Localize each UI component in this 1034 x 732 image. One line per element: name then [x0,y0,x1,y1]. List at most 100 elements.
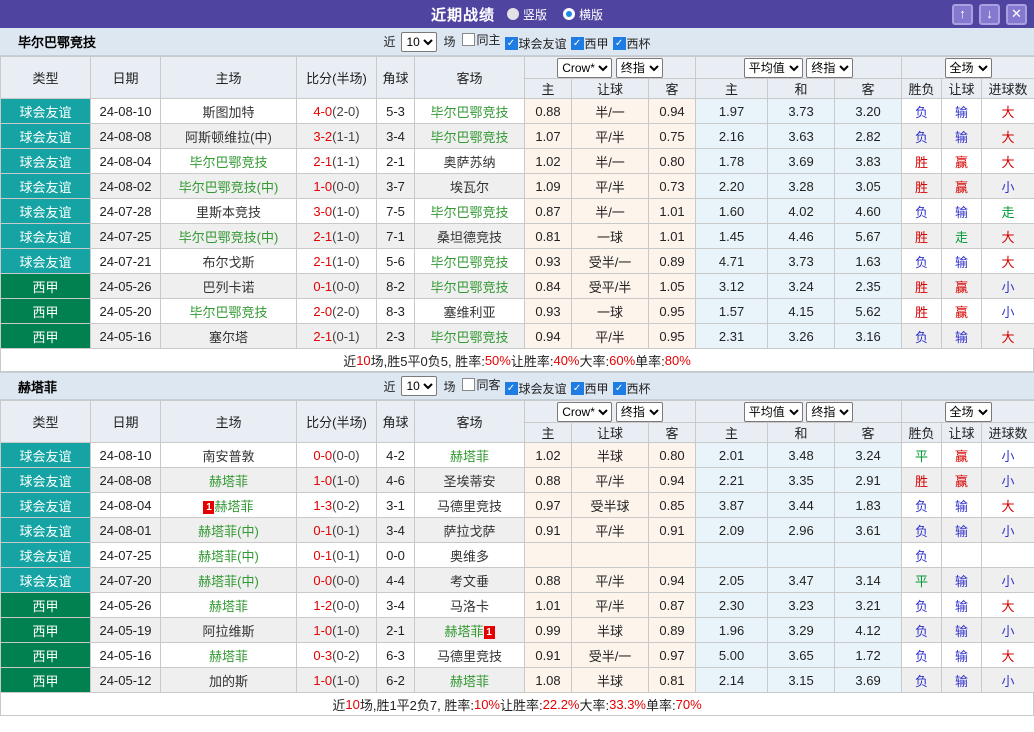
team-name: 埃瓦尔 [449,179,489,195]
avg-cell: 1.72 [834,642,903,668]
score-cell: 0-1(0-1) [296,517,377,543]
score-cell: 0-1(0-1) [296,542,377,568]
filter-checkbox-item[interactable]: 同主 [462,31,501,48]
odds-cell: 0.88 [524,567,572,593]
home-team-cell: 赫塔菲 [160,592,297,618]
halftime-score: (0-0) [332,572,360,588]
odds-group-header: Crow* 终指 [523,56,697,79]
recent-count-select[interactable]: 10 [401,376,438,396]
filter-checkbox-item[interactable]: ✓ 球会友谊 [504,380,567,397]
checkbox-checked-icon[interactable]: ✓ [612,37,626,50]
home-team-cell: 毕尔巴鄂竞技(中) [160,173,297,199]
odds-ref-select[interactable]: 终指 [615,401,663,422]
odds-cell: 0.87 [647,592,697,618]
result-cell: 胜 [901,298,943,324]
match-row: 球会友谊 24-07-25 毕尔巴鄂竞技(中) 2-1(1-0) 7-1 桑坦德竞技 0.8… [0,223,1034,249]
odds-source-select[interactable]: Crow* [557,57,613,78]
avg-cell: 1.83 [834,492,903,518]
filter-checkbox-item[interactable]: ✓ 西甲 [570,380,609,397]
team-name: 毕尔巴鄂竞技 [189,154,268,170]
date-cell: 24-08-01 [90,517,161,543]
average-group-header: 平均值 终指 [695,56,903,79]
score-cell: 2-1(1-1) [296,148,377,174]
match-type-cell: 球会友谊 [0,517,91,543]
home-team-cell: 布尔戈斯 [160,248,297,274]
average-ref-select[interactable]: 终指 [806,401,854,422]
avg-cell: 4.02 [767,198,836,224]
col-date: 日期 [90,400,161,443]
average-select[interactable]: 平均值 [743,401,803,422]
scope-select[interactable]: 全场 [944,401,992,422]
team-name: 毕尔巴鄂竞技 [430,104,509,120]
filter-checkbox-item[interactable]: 同客 [462,376,501,393]
date-cell: 24-08-10 [90,98,161,124]
col-avg-home: 主 [695,422,769,443]
checkbox-checked-icon[interactable]: ✓ [570,381,584,395]
odds-source-select[interactable]: Crow* [557,401,613,422]
checkbox-checked-icon[interactable]: ✓ [504,37,518,50]
radio-unselected-icon[interactable] [506,8,519,20]
team-name: 马德里竞技 [436,498,502,514]
checkbox-checked-icon[interactable]: ✓ [612,381,626,395]
odds-cell: 0.91 [524,517,572,543]
odds-cell: 1.08 [524,667,572,693]
radio-selected-icon[interactable] [563,8,575,20]
date-cell: 24-07-25 [90,542,161,568]
avg-cell: 3.44 [767,492,836,518]
move-down-button[interactable]: ↓ [979,3,1000,25]
col-odds-handicap: 让球 [571,422,649,443]
team-name: 毕尔巴鄂竞技 [430,204,509,220]
date-cell: 24-08-08 [90,467,161,493]
odds-ref-select[interactable]: 终指 [615,57,663,78]
fulltime-score: 1-3 [313,497,333,513]
checkbox-checked-icon[interactable]: ✓ [570,37,584,50]
odds-cell: 平/半 [571,123,649,149]
filter-checkbox-item[interactable]: ✓ 西甲 [570,35,609,52]
average-ref-select[interactable]: 终指 [806,57,854,78]
team-name: 马德里竞技 [436,648,502,664]
avg-cell: 3.23 [767,592,836,618]
radio-horizontal-layout[interactable]: 横版 [563,6,603,23]
filter-checkbox-item[interactable]: ✓ 西杯 [612,380,651,397]
team-name: 毕尔巴鄂竞技 [430,329,509,345]
summary-segment: 33.3% [609,696,646,712]
checkbox-checked-icon[interactable]: ✓ [504,381,518,395]
col-home: 主场 [160,56,297,99]
checkbox-label: 同客 [476,377,501,392]
radio-vertical-layout[interactable]: 竖版 [506,6,547,23]
avg-cell: 1.96 [695,617,769,643]
corner-cell: 3-4 [376,123,415,149]
avg-cell: 4.60 [834,198,903,224]
filter-checkbox-item[interactable]: ✓ 球会友谊 [504,35,567,52]
result-cell: 负 [901,492,943,518]
result-cell: 负 [901,323,943,349]
summary-segment: 60% [609,352,636,368]
average-select[interactable]: 平均值 [743,57,803,78]
avg-cell: 3.61 [834,517,903,543]
away-team-cell: 毕尔巴鄂竞技 [414,198,525,224]
away-team-cell: 赫塔菲 [414,442,525,468]
scope-select[interactable]: 全场 [944,57,992,78]
corner-cell: 3-4 [376,517,415,543]
avg-cell: 3.05 [834,173,903,199]
checkbox-unchecked-icon[interactable] [462,33,476,46]
team-name: 毕尔巴鄂竞技(中) [178,229,279,245]
team-name: 赫塔菲 [444,623,484,639]
avg-cell: 2.20 [695,173,769,199]
result-cell: 输 [941,567,983,593]
result-cell: 输 [941,492,983,518]
result-cell: 赢 [941,467,983,493]
odds-cell: 0.93 [524,298,572,324]
avg-cell: 3.24 [767,273,836,299]
move-up-button[interactable]: ↑ [952,3,973,25]
checkbox-unchecked-icon[interactable] [462,377,476,391]
recent-count-select[interactable]: 10 [401,31,438,52]
away-team-cell: 赫塔菲 1 [414,617,525,643]
avg-cell [695,542,769,568]
odds-cell: 1.05 [647,273,697,299]
close-button[interactable]: ✕ [1006,3,1027,25]
filter-checkbox-item[interactable]: ✓ 西杯 [612,35,651,52]
avg-cell: 2.96 [767,517,836,543]
avg-cell: 5.00 [695,642,769,668]
avg-cell: 3.87 [695,492,769,518]
